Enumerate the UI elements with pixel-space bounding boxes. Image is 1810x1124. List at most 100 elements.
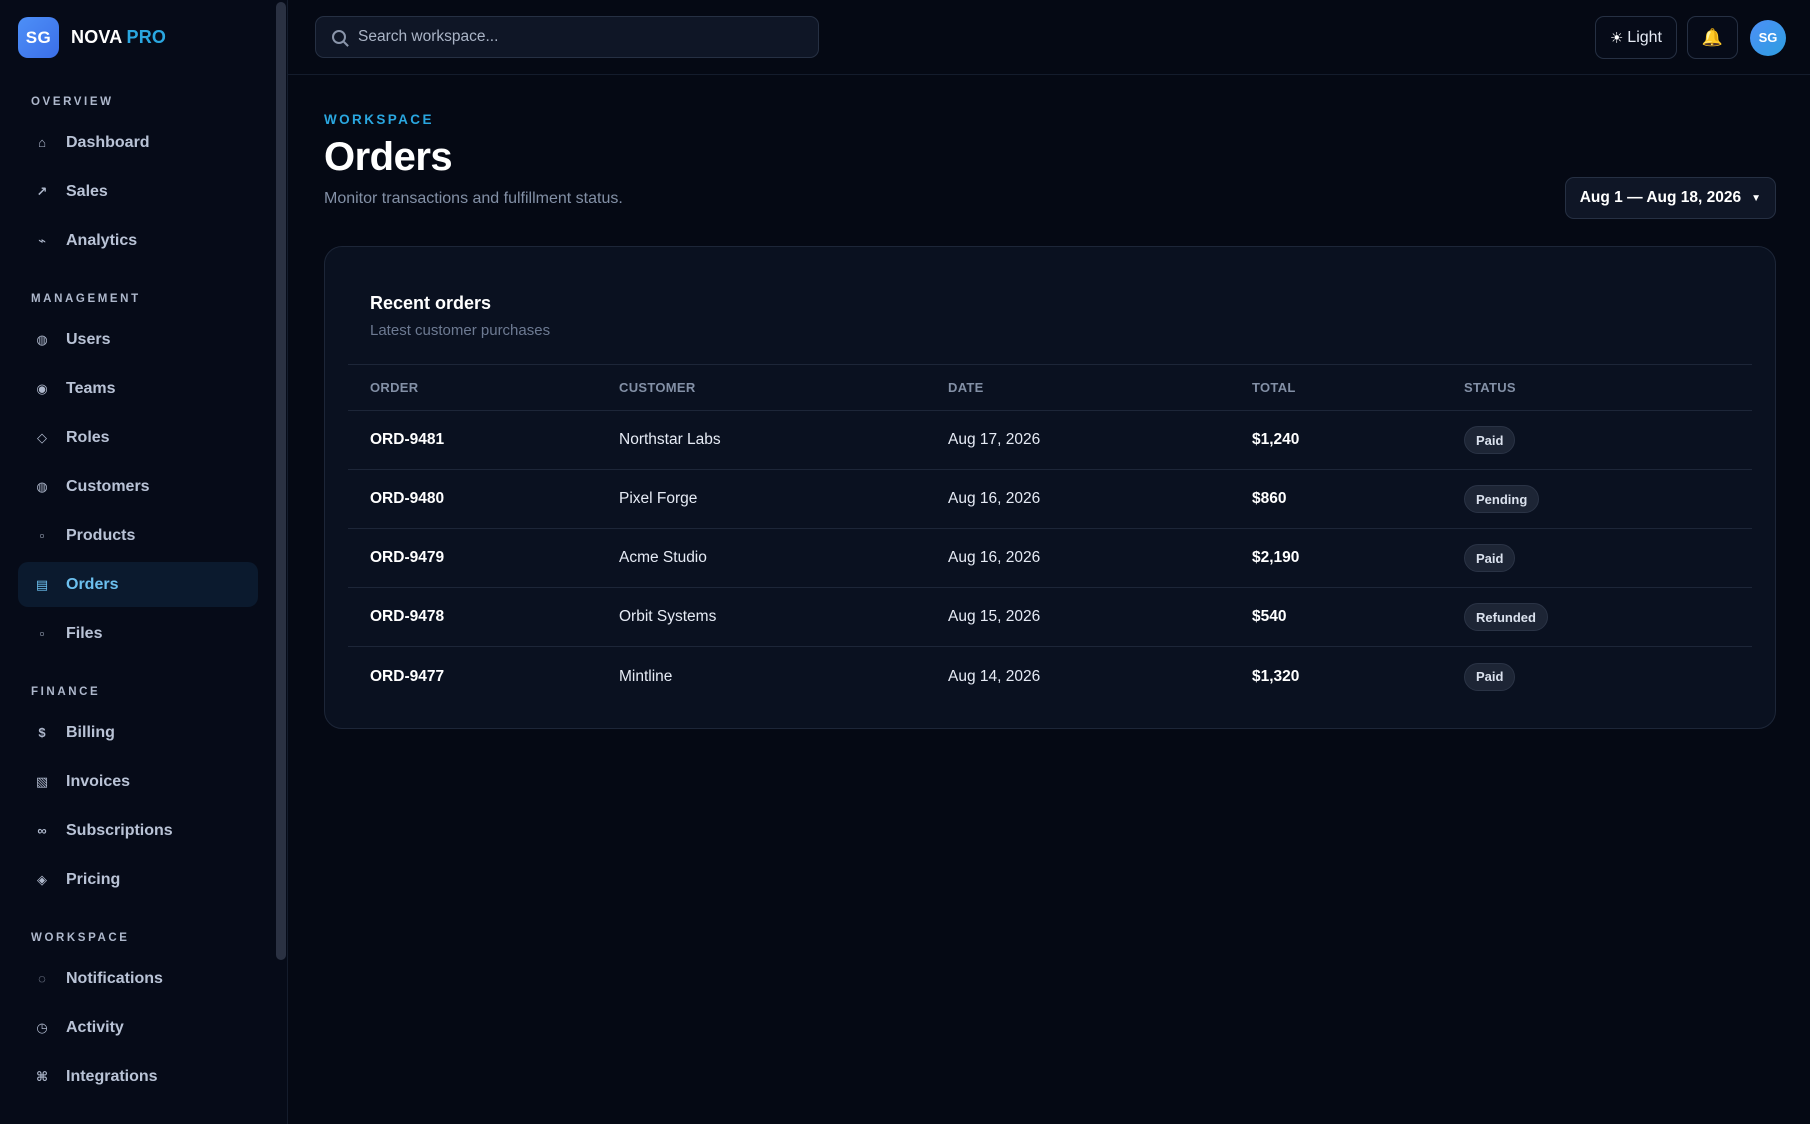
page-title: Orders [324, 135, 453, 179]
sidebar-item-label: Integrations [66, 1067, 158, 1085]
nav-section-label: FINANCE [31, 686, 101, 698]
topbar: ☀ Light 🔔 SG [288, 0, 1810, 75]
table-row[interactable]: ORD-9479 Acme Studio Aug 16, 2026 $2,190 Pai… [348, 529, 1752, 588]
recent-orders-card: Recent orders Latest customer purchases … [324, 246, 1776, 729]
sidebar-item-sales[interactable]: ↗ Sales [18, 169, 258, 214]
date-range-picker[interactable]: Aug 1 — Aug 18, 2026 ▼ [1564, 177, 1776, 219]
total-cell: $1,240 [1252, 431, 1300, 448]
products-icon: ▫ [39, 528, 45, 543]
sidebar-item-billing[interactable]: $ Billing [18, 710, 258, 755]
card-subtitle: Latest customer purchases [370, 322, 551, 339]
brand-name: NOVA PRO [71, 27, 166, 48]
table-row[interactable]: ORD-9478 Orbit Systems Aug 15, 2026 $540 Ref… [348, 588, 1752, 647]
sidebar-nav: OVERVIEW ⌂ Dashboard ↗ Sales ⌁ Analytics MANAGE… [18, 88, 258, 1099]
status-cell: Pending [1464, 485, 1752, 513]
sidebar-item-label: Analytics [66, 231, 138, 249]
nav-section-gap [18, 263, 258, 285]
sidebar-item-orders[interactable]: ▤ Orders [18, 562, 258, 607]
sidebar-item-analytics[interactable]: ⌁ Analytics [18, 218, 258, 263]
column-header-customer[interactable]: CUSTOMER [619, 380, 948, 395]
sidebar-item-notifications[interactable]: ◌ Notifications [18, 956, 258, 1001]
column-header-total[interactable]: TOTAL [1252, 380, 1464, 395]
sidebar-item-label: Subscriptions [66, 821, 173, 839]
status-badge: Paid [1464, 426, 1516, 454]
customer-cell: Northstar Labs [619, 431, 721, 448]
invoices-icon: ▧ [35, 773, 49, 789]
status-cell: Paid [1464, 662, 1752, 691]
sidebar-item-label: Orders [66, 575, 119, 593]
status-badge: Paid [1464, 544, 1516, 572]
total-cell: $1,320 [1252, 667, 1300, 685]
date-cell: Aug 14, 2026 [948, 667, 1041, 685]
sidebar-item-label: Users [66, 330, 111, 348]
sidebar-item-invoices[interactable]: ▧ Invoices [18, 759, 258, 804]
search-input[interactable] [358, 28, 798, 46]
sidebar-scrollbar[interactable] [276, 2, 286, 960]
column-header-date[interactable]: DATE [948, 380, 1252, 395]
sidebar-item-files[interactable]: ▫ Files [18, 611, 258, 656]
sidebar-item-customers[interactable]: ◍ Customers [18, 464, 258, 509]
customer-cell: Orbit Systems [619, 608, 717, 625]
billing-icon: $ [38, 725, 46, 740]
status-cell: Paid [1464, 544, 1752, 572]
sidebar-item-label: Activity [66, 1018, 124, 1036]
status-badge: Pending [1464, 485, 1540, 513]
date-cell: Aug 17, 2026 [948, 431, 1041, 448]
sidebar-item-label: Teams [66, 379, 116, 397]
sun-icon: ☀ [1609, 29, 1624, 47]
brand-name-text: NOVA [71, 27, 123, 47]
status-badge: Refunded [1464, 603, 1548, 631]
sidebar-item-integrations[interactable]: ⌘ Integrations [18, 1054, 258, 1099]
total-cell: $860 [1252, 490, 1287, 507]
table-row[interactable]: ORD-9480 Pixel Forge Aug 16, 2026 $860 Pendi… [348, 470, 1752, 529]
status-badge: Paid [1464, 662, 1516, 691]
pricing-icon: ◈ [37, 871, 47, 887]
date-range-label: Aug 1 — Aug 18, 2026 [1579, 189, 1742, 206]
notifications-button[interactable]: 🔔 [1687, 16, 1738, 59]
avatar[interactable]: SG [1750, 19, 1786, 56]
app-shell: SG NOVA PRO OVERVIEW ⌂ Dashboard ↗ Sales ⌁ Anal… [0, 0, 1810, 1124]
sidebar-item-dashboard[interactable]: ⌂ Dashboard [18, 120, 258, 165]
chevron-down-icon: ▼ [1751, 192, 1761, 204]
brand-suffix: PRO [126, 27, 167, 47]
files-icon: ▫ [39, 626, 45, 641]
sidebar-item-users[interactable]: ◍ Users [18, 317, 258, 362]
sidebar-item-subscriptions[interactable]: ∞ Subscriptions [18, 808, 258, 853]
analytics-icon: ⌁ [38, 232, 46, 248]
sidebar-item-products[interactable]: ▫ Products [18, 513, 258, 558]
sidebar-item-label: Billing [66, 723, 115, 741]
users-icon: ◍ [36, 331, 48, 347]
sidebar-item-label: Products [66, 526, 136, 544]
card-header: Recent orders Latest customer purchases [370, 293, 550, 339]
teams-icon: ◉ [36, 380, 48, 396]
orders-table: ORDER CUSTOMER DATE TOTAL STATUS ORD-948… [348, 364, 1752, 706]
bell-icon: 🔔 [1701, 27, 1724, 47]
sidebar-item-label: Pricing [66, 870, 121, 888]
sidebar-item-teams[interactable]: ◉ Teams [18, 366, 258, 411]
brand[interactable]: SG NOVA PRO [18, 17, 166, 58]
order-id-cell: ORD-9479 [370, 549, 445, 566]
column-header-order[interactable]: ORDER [348, 380, 619, 395]
sidebar-item-pricing[interactable]: ◈ Pricing [18, 857, 258, 902]
customer-cell: Mintline [619, 667, 673, 685]
sidebar-item-roles[interactable]: ◇ Roles [18, 415, 258, 460]
sidebar-item-activity[interactable]: ◷ Activity [18, 1005, 258, 1050]
table-row[interactable]: ORD-9477 Mintline Aug 14, 2026 $1,320 Paid [348, 647, 1752, 706]
column-header-status[interactable]: STATUS [1464, 380, 1752, 395]
customers-icon: ◍ [36, 478, 48, 494]
sidebar-item-label: Sales [66, 182, 108, 200]
table-row[interactable]: ORD-9481 Northstar Labs Aug 17, 2026 $1,240… [348, 411, 1752, 470]
theme-toggle-button[interactable]: ☀ Light [1594, 16, 1677, 59]
customer-cell: Acme Studio [619, 549, 707, 566]
subscriptions-icon: ∞ [37, 823, 47, 838]
page-eyebrow: WORKSPACE [324, 112, 434, 127]
notifications-icon: ◌ [38, 971, 46, 986]
roles-icon: ◇ [37, 429, 47, 445]
search-box[interactable] [315, 16, 819, 58]
page-subtitle: Monitor transactions and fulfillment sta… [324, 190, 623, 207]
trend-up-icon: ↗ [36, 183, 48, 199]
sidebar-item-label: Notifications [66, 969, 163, 987]
customer-cell: Pixel Forge [619, 490, 698, 507]
topbar-actions: ☀ Light 🔔 SG [1594, 16, 1786, 59]
sidebar-item-label: Customers [66, 477, 150, 495]
